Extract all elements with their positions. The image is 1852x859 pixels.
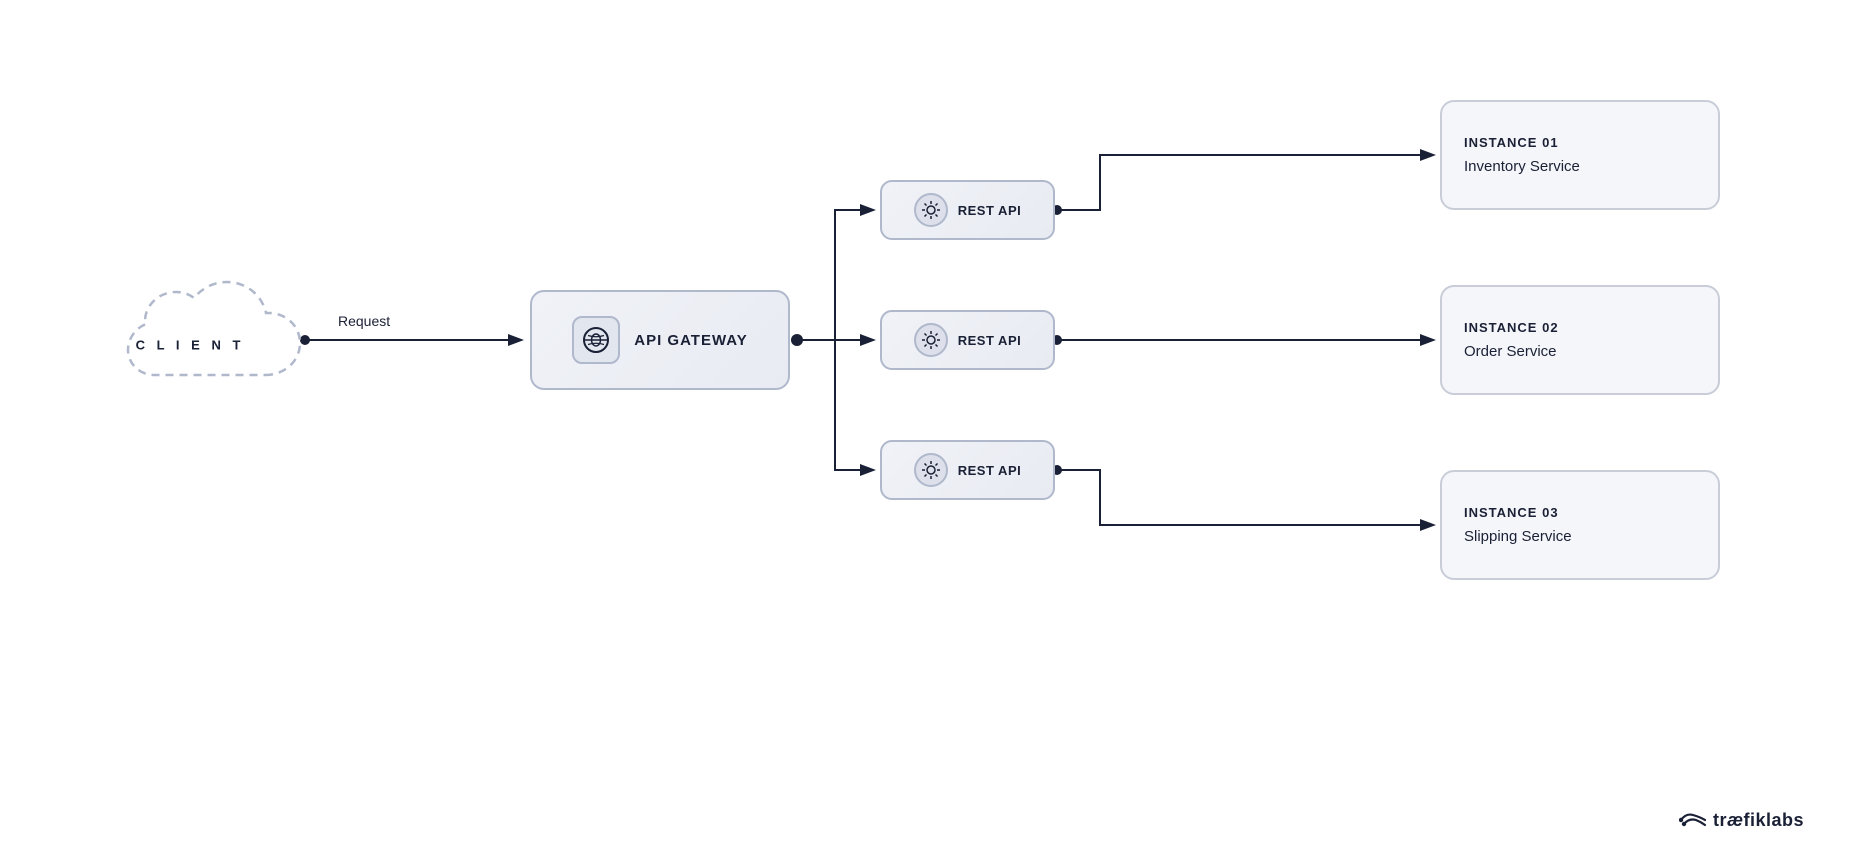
request-label: Request	[338, 313, 390, 329]
api-gateway-box: API GATEWAY	[530, 290, 790, 390]
rest-label-3: REST API	[958, 463, 1021, 478]
instance-box-1: INSTANCE 01 Inventory Service	[1440, 100, 1720, 210]
instance-box-3: INSTANCE 03 Slipping Service	[1440, 470, 1720, 580]
rest-label-1: REST API	[958, 203, 1021, 218]
rest-icon-3	[914, 453, 948, 487]
instance-3-number: INSTANCE 03	[1464, 505, 1559, 520]
instance-box-2: INSTANCE 02 Order Service	[1440, 285, 1720, 395]
gateway-icon	[572, 316, 620, 364]
instance-2-name: Order Service	[1464, 343, 1557, 360]
rest-icon-2	[914, 323, 948, 357]
gateway-label: API GATEWAY	[634, 332, 748, 349]
diagram: C L I E N T Request API GATEWAY REST API	[0, 0, 1852, 859]
rest-api-box-1: REST API	[880, 180, 1055, 240]
instance-1-name: Inventory Service	[1464, 158, 1580, 175]
logo-icon	[1679, 809, 1707, 831]
rest-label-2: REST API	[958, 333, 1021, 348]
client-label: C L I E N T	[136, 338, 245, 353]
logo-text: træfiklabs	[1713, 810, 1804, 831]
client-cloud: C L I E N T	[60, 250, 320, 440]
rest-api-box-3: REST API	[880, 440, 1055, 500]
traefiklabs-logo: træfiklabs	[1679, 809, 1804, 831]
rest-icon-1	[914, 193, 948, 227]
instance-3-name: Slipping Service	[1464, 528, 1572, 545]
instance-2-number: INSTANCE 02	[1464, 320, 1559, 335]
rest-api-box-2: REST API	[880, 310, 1055, 370]
instance-1-number: INSTANCE 01	[1464, 135, 1559, 150]
